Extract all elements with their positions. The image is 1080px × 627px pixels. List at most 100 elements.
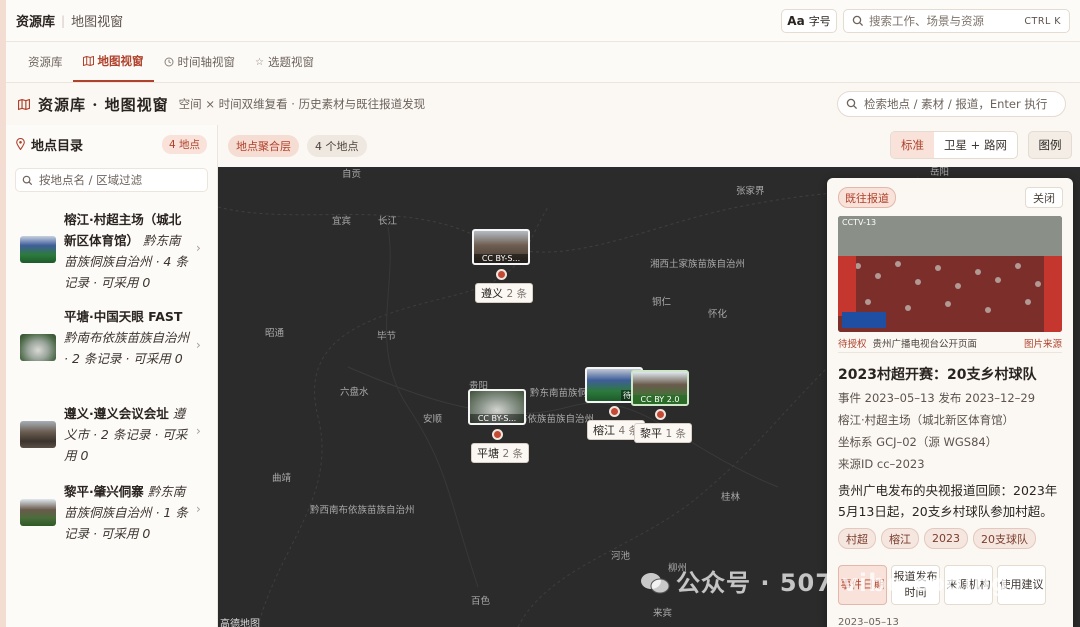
place-label: 自贡 (342, 169, 362, 180)
font-size-button[interactable]: Aa 字号 (781, 9, 837, 33)
place-label: 曲靖 (272, 473, 292, 484)
marker-name: 遵义 (481, 287, 503, 300)
map-search-input[interactable]: 检索地点 / 素材 / 报道，Enter 执行 (837, 91, 1066, 117)
event-date-value: 2023–05–13 (838, 617, 899, 627)
thumbnail-license: CC BY-S... (474, 254, 528, 263)
marker-dot (655, 409, 666, 420)
place-label: 长江 (378, 216, 398, 227)
tab-topic-view[interactable]: ☆ 选题视窗 (245, 42, 324, 82)
place-label: 来宾 (653, 608, 673, 619)
page-title: 资源库 · 地图视窗 (38, 95, 169, 114)
report-badge: 既往报道 (838, 187, 896, 208)
map-icon (18, 98, 30, 110)
location-item-liping[interactable]: 黎平·肇兴侗寨 黔东南苗族侗族自治州 · 1 条记录 · 可采用 0 › (6, 480, 217, 544)
location-sidebar: 地点目录 4 地点 按地点名 / 区域过滤 榕江·村超主场（城北新区体育馆） 黔… (6, 125, 218, 627)
page-subtitle: 空间 × 时间双维复看 · 历史素材与既往报道发现 (178, 97, 426, 111)
tab-label: 资源库 (28, 55, 63, 69)
marker-label: 遵义 2 条 (475, 283, 534, 303)
mode-standard-button[interactable]: 标准 (891, 132, 934, 158)
tag[interactable]: 村超 (838, 528, 876, 549)
font-size-label: 字号 (808, 15, 831, 28)
marker-name: 平塘 (477, 447, 499, 460)
marker-name: 黎平 (640, 427, 662, 440)
place-label: 六盘水 (340, 387, 369, 398)
location-name: 黎平·肇兴侗寨 (64, 484, 144, 499)
report-photo[interactable]: CCTV-13 (838, 216, 1062, 332)
tab-resource-library[interactable]: 资源库 (18, 42, 73, 82)
location-text: 黎平·肇兴侗寨 黔东南苗族侗族自治州 · 1 条记录 · 可采用 0 (64, 481, 192, 544)
place-label: 黔西南布依族苗族自治州 (310, 505, 415, 516)
place-label: 宜宾 (332, 216, 352, 227)
tag[interactable]: 2023 (924, 528, 968, 549)
location-pin-icon (16, 138, 25, 150)
place-label: 怀化 (708, 309, 728, 320)
location-text: 榕江·村超主场（城北新区体育馆） 黔东南苗族侗族自治州 · 4 条记录 · 可采… (64, 209, 192, 293)
location-item-rongjiang[interactable]: 榕江·村超主场（城北新区体育馆） 黔东南苗族侗族自治州 · 4 条记录 · 可采… (6, 208, 217, 292)
place-label: 毕节 (377, 331, 397, 342)
marker-count: 2 条 (506, 288, 528, 300)
location-filter-input[interactable]: 按地点名 / 区域过滤 (15, 168, 208, 192)
thumbnail-license: CC BY 2.0 (633, 395, 687, 404)
location-text: 平塘·中国天眼 FAST 黔南布依族苗族自治州 · 2 条记录 · 可采用 0 (64, 306, 192, 369)
global-search-placeholder: 搜索工作、场景与资源 (869, 14, 984, 28)
location-thumbnail (20, 421, 56, 448)
location-item-zunyi[interactable]: 遵义·遵义会议会址 遵义市 · 2 条记录 · 可采用 0 › (6, 402, 217, 466)
coordinate-line: 坐标系 GCJ–02（源 WGS84） (838, 435, 998, 449)
chevron-right-icon: › (196, 241, 201, 255)
report-photo-art (838, 216, 1062, 332)
map-search-placeholder: 检索地点 / 素材 / 报道，Enter 执行 (864, 97, 1048, 111)
image-source-link[interactable]: 图片来源 (1024, 336, 1062, 350)
search-icon (846, 98, 858, 110)
layer-chip[interactable]: 地点聚合层 (228, 135, 299, 157)
marker-dot (609, 406, 620, 417)
marker-dot (496, 269, 507, 280)
wechat-icon (641, 573, 670, 594)
tab-map-view[interactable]: 地图视窗 (72, 42, 154, 82)
legend-button[interactable]: 图例 (1028, 131, 1072, 159)
location-name: 遵义·遵义会议会址 (64, 406, 169, 421)
search-icon (22, 175, 33, 185)
photo-overlay: CCTV-13 (842, 218, 877, 227)
place-label: 桂林 (721, 492, 741, 503)
tag[interactable]: 20支球队 (973, 528, 1036, 549)
authorization-status: 待授权 (838, 339, 867, 350)
place-label: 安顺 (423, 414, 443, 425)
clock-icon (164, 57, 173, 67)
tag-list: 村超 榕江 2023 20支球队 (838, 528, 1036, 549)
tab-label: 选题视窗 (267, 55, 314, 69)
detail-panel: 既往报道 关闭 CCTV-13 待授权 贵州广播电视台公开页面 图片来源 202… (827, 178, 1073, 627)
view-tabs: 资源库 地图视窗 时间轴视窗 ☆ 选题视窗 (6, 42, 1080, 83)
sidebar-header: 地点目录 4 地点 (6, 125, 217, 163)
place-label: 百色 (471, 596, 491, 607)
location-item-pingtang[interactable]: 平塘·中国天眼 FAST 黔南布依族苗族自治州 · 2 条记录 · 可采用 0 … (6, 305, 217, 389)
place-label: 湘西土家族苗族自治州 (650, 259, 746, 270)
star-icon: ☆ (255, 56, 264, 68)
marker-thumbnail: CC BY-S... (468, 389, 526, 425)
thumbnail-license: CC BY-S... (470, 414, 524, 423)
photo-caption: 待授权 贵州广播电视台公开页面 图片来源 (838, 334, 1062, 353)
tab-timeline-view[interactable]: 时间轴视窗 (154, 42, 246, 82)
marker-label: 黎平 1 条 (634, 423, 693, 443)
watermark: 公众号 · 507 vibe coding (640, 563, 1009, 598)
map-provider-logo: 高德地图 (220, 619, 260, 627)
source-id-line: 来源ID cc–2023 (838, 457, 925, 471)
report-description: 贵州广电发布的央视报道回顾：2023年5月13日起，20支乡村球队参加村超。 (838, 483, 1058, 519)
sidebar-title: 地点目录 (31, 138, 84, 154)
photo-source: 贵州广播电视台公开页面 (872, 339, 978, 350)
global-search[interactable]: 搜索工作、场景与资源 CTRL K (843, 9, 1070, 33)
close-button[interactable]: 关闭 (1025, 187, 1063, 208)
location-thumbnail (20, 334, 56, 361)
breadcrumb-root[interactable]: 资源库 (16, 11, 55, 30)
marker-count: 1 条 (665, 428, 687, 440)
marker-name: 榕江 (593, 424, 615, 437)
marker-label: 平塘 2 条 (471, 443, 530, 463)
place-label: 昭通 (265, 328, 285, 339)
search-icon (852, 15, 864, 27)
report-title: 2023村超开赛：20支乡村球队 (838, 367, 1037, 383)
mode-satellite-button[interactable]: 卫星 + 路网 (934, 132, 1017, 158)
tag[interactable]: 榕江 (881, 528, 919, 549)
location-count-badge: 4 地点 (161, 134, 207, 154)
location-text: 遵义·遵义会议会址 遵义市 · 2 条记录 · 可采用 0 (64, 403, 192, 466)
place-label: 河池 (611, 551, 631, 562)
location-line: 榕江·村超主场（城北新区体育馆） (838, 413, 1015, 427)
